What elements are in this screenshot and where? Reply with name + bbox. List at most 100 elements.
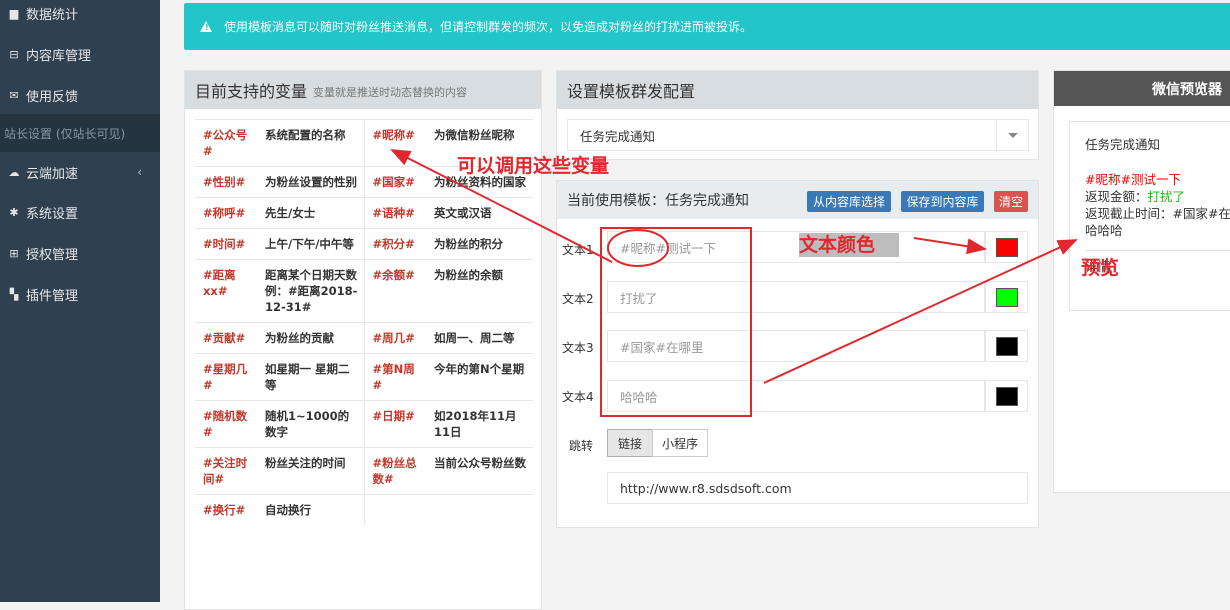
preview-line2: 返现金额：打扰了 [1085, 189, 1186, 204]
text2-label: 文本2 [562, 292, 594, 306]
annotation-preview: 预览 [1081, 257, 1120, 279]
cart-icon: ⊞ [9, 246, 19, 260]
variable-desc: 先生/女士 [259, 197, 365, 229]
puzzle-icon: ▚ [9, 287, 19, 301]
variable-desc: 如星期一 星期二等 [259, 353, 365, 401]
config-title: 设置模板群发配置 [567, 82, 696, 101]
variable-key: #关注时间# [195, 447, 259, 495]
sidebar-item-feedback[interactable]: ✉ 使用反馈 [0, 75, 160, 115]
text2-input[interactable]: 打扰了 [607, 281, 985, 313]
chevron-left-icon: ‹ [137, 165, 142, 179]
variables-table: #公众号# 系统配置的名称 #昵称# 为微信粉丝昵称 #性别# 为粉丝设置的性别 #国家# 为… [195, 119, 533, 525]
variable-row: #称呼# 先生/女士 #语种# 英文或汉语 [195, 197, 533, 229]
variables-panel-header: 目前支持的变量 变量就是推送时动态替换的内容 [185, 71, 541, 109]
chevron-down-icon[interactable] [996, 120, 1028, 150]
color-swatch [996, 288, 1018, 307]
text2-color-picker[interactable] [985, 281, 1028, 313]
sidebar-item-plugins[interactable]: ▚ 插件管理 [0, 274, 160, 314]
preview-header: 微信预览器 [1054, 71, 1230, 106]
preview-line3: 返现截止时间：#国家#在 [1085, 206, 1230, 221]
jump-url-input[interactable]: http://www.r8.sdsdsoft.com [607, 472, 1028, 504]
variable-key: #日期# [364, 400, 428, 448]
variable-key: #时间# [195, 228, 259, 260]
template-select-value: 任务完成通知 [580, 128, 656, 144]
variable-row: #贡献# 为粉丝的贡献 #周几# 如周一、周二等 [195, 322, 533, 354]
sidebar: ▆ 数据统计 ⊟ 内容库管理 ✉ 使用反馈 站长设置 (仅站长可见) ☁ 云端加… [0, 0, 160, 602]
template-title: 当前使用模板：任务完成通知 [567, 193, 749, 209]
variables-title: 目前支持的变量 [195, 82, 308, 101]
sidebar-item-content-library[interactable]: ⊟ 内容库管理 [0, 34, 160, 74]
variable-key: #余额# [364, 259, 428, 323]
annotation-text-color: 文本颜色 [799, 233, 900, 257]
variable-key: #距离xx# [195, 259, 259, 323]
variable-desc: 为粉丝的贡献 [259, 322, 365, 354]
wechat-preview-panel: 微信预览器 任务完成通知 #昵称#测试一下 返现金额：打扰了 返现截止时间：#国… [1053, 70, 1230, 493]
variable-desc: 上午/下午/中午等 [259, 228, 365, 260]
variable-key: #周几# [364, 322, 428, 354]
info-alert: ! 使用模板消息可以随时对粉丝推送消息，但请控制群发的频次，以免造成对粉丝的打扰… [184, 3, 1230, 50]
variable-key: #昵称# [364, 119, 428, 167]
color-swatch [996, 238, 1018, 257]
variable-desc: 为粉丝的积分 [428, 228, 533, 260]
sidebar-item-stats[interactable]: ▆ 数据统计 [0, 0, 160, 33]
preview-line4: 哈哈哈 [1085, 223, 1123, 238]
variable-desc: 为粉丝设置的性别 [259, 166, 365, 198]
variable-desc: 系统配置的名称 [259, 119, 365, 167]
variable-row: #距离xx# 距离某个日期天数 例：#距离2018-12-31# #余额# 为粉丝的余… [195, 259, 533, 323]
variable-desc: 为粉丝的余额 [428, 259, 533, 323]
template-panel: 当前使用模板：任务完成通知 从内容库选择 保存到内容库 清空 文本1 #昵称#测… [556, 180, 1039, 528]
gear-icon: ✱ [9, 205, 19, 219]
text3-input[interactable]: #国家#在哪里 [607, 330, 985, 362]
annotation-variables: 可以调用这些变量 [457, 155, 610, 177]
clear-button[interactable]: 清空 [994, 191, 1028, 212]
variables-subtitle: 变量就是推送时动态替换的内容 [313, 85, 468, 99]
variable-row: #随机数# 随机1~1000的数字 #日期# 如2018年11月11日 [195, 400, 533, 448]
variable-key: #贡献# [195, 322, 259, 354]
preview-line1: #昵称#测试一下 [1085, 172, 1181, 187]
variable-desc: 如2018年11月11日 [428, 400, 533, 448]
variable-key: #随机数# [195, 400, 259, 448]
sidebar-item-settings[interactable]: ✱ 系统设置 [0, 192, 160, 232]
jump-link-option[interactable]: 链接 [607, 429, 653, 457]
envelope-icon: ✉ [9, 88, 19, 102]
variable-desc: 距离某个日期天数 例：#距离2018-12-31# [259, 259, 365, 323]
text1-input[interactable]: #昵称#测试一下 [607, 231, 985, 263]
sidebar-item-license[interactable]: ⊞ 授权管理 [0, 233, 160, 273]
config-panel: 设置模板群发配置 任务完成通知 [556, 70, 1039, 160]
variable-row: #时间# 上午/下午/中午等 #积分# 为粉丝的积分 [195, 228, 533, 260]
variable-key: #积分# [364, 228, 428, 260]
text4-color-picker[interactable] [985, 380, 1028, 412]
jump-label: 跳转 [569, 439, 594, 453]
choose-from-library-button[interactable]: 从内容库选择 [807, 191, 891, 212]
variable-key [364, 494, 428, 525]
color-swatch [996, 337, 1018, 356]
variable-key: #星期几# [195, 353, 259, 401]
variable-desc: 粉丝关注的时间 [259, 447, 365, 495]
variable-key: #粉丝总数# [364, 447, 428, 495]
preview-card-title: 任务完成通知 [1085, 137, 1161, 152]
text4-label: 文本4 [562, 390, 594, 404]
save-to-library-button[interactable]: 保存到内容库 [901, 191, 984, 212]
config-panel-header: 设置模板群发配置 [557, 71, 1038, 109]
folder-icon: ⊟ [9, 47, 19, 61]
variable-row: #关注时间# 粉丝关注的时间 #粉丝总数# 当前公众号粉丝数 [195, 447, 533, 495]
text3-label: 文本3 [562, 341, 594, 355]
variable-key: #语种# [364, 197, 428, 229]
warning-icon: ! [200, 21, 212, 32]
variable-key: #换行# [195, 494, 259, 525]
text1-color-picker[interactable] [985, 231, 1028, 263]
variable-row: #换行# 自动换行 [195, 494, 533, 525]
preview-card: 任务完成通知 #昵称#测试一下 返现金额：打扰了 返现截止时间：#国家#在 哈哈… [1069, 121, 1230, 311]
variable-desc: 英文或汉语 [428, 197, 533, 229]
text1-label: 文本1 [562, 243, 594, 257]
sidebar-item-cloud[interactable]: ☁ 云端加速 ‹ [0, 152, 160, 192]
color-swatch [996, 387, 1018, 406]
variable-key: #第N周# [364, 353, 428, 401]
jump-miniprogram-option[interactable]: 小程序 [652, 429, 708, 457]
text4-input[interactable]: 哈哈哈 [607, 380, 985, 412]
variable-row: #星期几# 如星期一 星期二等 #第N周# 今年的第N个星期 [195, 353, 533, 401]
chart-icon: ▆ [9, 6, 19, 20]
template-select[interactable]: 任务完成通知 [567, 119, 1029, 151]
text3-color-picker[interactable] [985, 330, 1028, 362]
variable-desc: 今年的第N个星期 [428, 353, 533, 401]
